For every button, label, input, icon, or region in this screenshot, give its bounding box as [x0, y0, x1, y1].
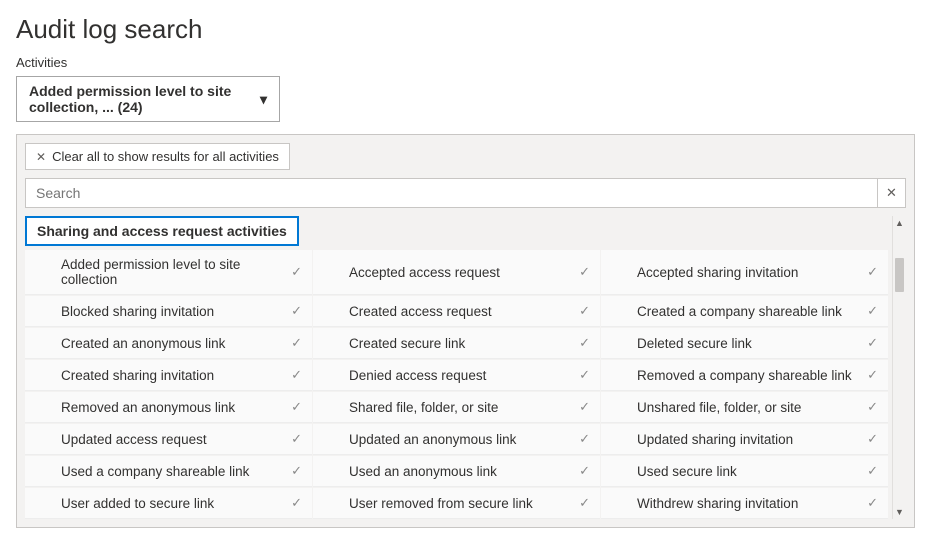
- check-icon: ✓: [867, 335, 878, 351]
- activities-dropdown[interactable]: Added permission level to site collectio…: [16, 76, 280, 122]
- activity-item[interactable]: Unshared file, folder, or site✓: [601, 392, 888, 423]
- table-row: Blocked sharing invitation✓ Created acce…: [25, 296, 888, 327]
- check-icon: ✓: [579, 335, 590, 351]
- table-row: Added permission level to site collectio…: [25, 250, 888, 295]
- activities-list-region: Sharing and access request activities Ad…: [25, 216, 906, 519]
- table-row: User added to secure link✓ User removed …: [25, 488, 888, 519]
- close-icon: ✕: [886, 185, 897, 201]
- activity-item[interactable]: Shared file, folder, or site✓: [313, 392, 600, 423]
- activities-label: Activities: [16, 55, 915, 70]
- check-icon: ✓: [579, 431, 590, 447]
- activity-item[interactable]: User added to secure link✓: [25, 488, 312, 519]
- scrollbar[interactable]: ▲ ▼: [892, 216, 906, 519]
- check-icon: ✓: [291, 495, 302, 511]
- page-title: Audit log search: [16, 14, 915, 45]
- check-icon: ✓: [579, 399, 590, 415]
- activity-item[interactable]: Removed an anonymous link✓: [25, 392, 312, 423]
- check-icon: ✓: [291, 264, 302, 280]
- activity-item[interactable]: Removed a company shareable link✓: [601, 360, 888, 391]
- scroll-down-icon[interactable]: ▼: [893, 505, 906, 519]
- activity-item[interactable]: Created secure link✓: [313, 328, 600, 359]
- table-row: Created sharing invitation✓ Denied acces…: [25, 360, 888, 391]
- table-row: Removed an anonymous link✓ Shared file, …: [25, 392, 888, 423]
- table-row: Created an anonymous link✓ Created secur…: [25, 328, 888, 359]
- activity-item[interactable]: Withdrew sharing invitation✓: [601, 488, 888, 519]
- check-icon: ✓: [867, 367, 878, 383]
- scroll-up-icon[interactable]: ▲: [893, 216, 906, 230]
- activity-item[interactable]: Used secure link✓: [601, 456, 888, 487]
- check-icon: ✓: [579, 367, 590, 383]
- check-icon: ✓: [867, 303, 878, 319]
- activity-item[interactable]: Created access request✓: [313, 296, 600, 327]
- dropdown-selected-text: Added permission level to site collectio…: [29, 83, 250, 115]
- activity-item[interactable]: Created a company shareable link✓: [601, 296, 888, 327]
- check-icon: ✓: [579, 463, 590, 479]
- check-icon: ✓: [579, 303, 590, 319]
- activity-item[interactable]: Added permission level to site collectio…: [25, 250, 312, 295]
- search-input[interactable]: [25, 178, 878, 208]
- activity-item[interactable]: Accepted sharing invitation✓: [601, 250, 888, 295]
- activity-item[interactable]: Created sharing invitation✓: [25, 360, 312, 391]
- table-row: Updated access request✓ Updated an anony…: [25, 424, 888, 455]
- check-icon: ✓: [291, 303, 302, 319]
- clear-all-label: Clear all to show results for all activi…: [52, 149, 279, 164]
- search-wrap: ✕: [25, 178, 906, 208]
- check-icon: ✓: [867, 463, 878, 479]
- chevron-down-icon: ▾: [260, 91, 267, 108]
- check-icon: ✓: [291, 431, 302, 447]
- activity-item[interactable]: Used an anonymous link✓: [313, 456, 600, 487]
- activity-item[interactable]: Updated an anonymous link✓: [313, 424, 600, 455]
- activity-item[interactable]: User removed from secure link✓: [313, 488, 600, 519]
- check-icon: ✓: [291, 367, 302, 383]
- activity-item[interactable]: Deleted secure link✓: [601, 328, 888, 359]
- scroll-thumb[interactable]: [895, 258, 904, 292]
- check-icon: ✓: [291, 399, 302, 415]
- activity-item[interactable]: Blocked sharing invitation✓: [25, 296, 312, 327]
- activities-panel: ✕ Clear all to show results for all acti…: [16, 134, 915, 528]
- scroll-track[interactable]: [893, 230, 906, 505]
- activity-item[interactable]: Updated sharing invitation✓: [601, 424, 888, 455]
- check-icon: ✓: [867, 399, 878, 415]
- activity-item[interactable]: Used a company shareable link✓: [25, 456, 312, 487]
- category-header[interactable]: Sharing and access request activities: [25, 216, 299, 246]
- search-clear-button[interactable]: ✕: [878, 178, 906, 208]
- close-icon: ✕: [36, 150, 46, 164]
- check-icon: ✓: [867, 495, 878, 511]
- check-icon: ✓: [579, 495, 590, 511]
- check-icon: ✓: [579, 264, 590, 280]
- activities-grid: Added permission level to site collectio…: [25, 250, 888, 519]
- clear-all-button[interactable]: ✕ Clear all to show results for all acti…: [25, 143, 290, 170]
- activity-item[interactable]: Created an anonymous link✓: [25, 328, 312, 359]
- check-icon: ✓: [867, 431, 878, 447]
- activity-item[interactable]: Denied access request✓: [313, 360, 600, 391]
- check-icon: ✓: [291, 335, 302, 351]
- activity-item[interactable]: Accepted access request✓: [313, 250, 600, 295]
- check-icon: ✓: [291, 463, 302, 479]
- check-icon: ✓: [867, 264, 878, 280]
- activity-item[interactable]: Updated access request✓: [25, 424, 312, 455]
- table-row: Used a company shareable link✓ Used an a…: [25, 456, 888, 487]
